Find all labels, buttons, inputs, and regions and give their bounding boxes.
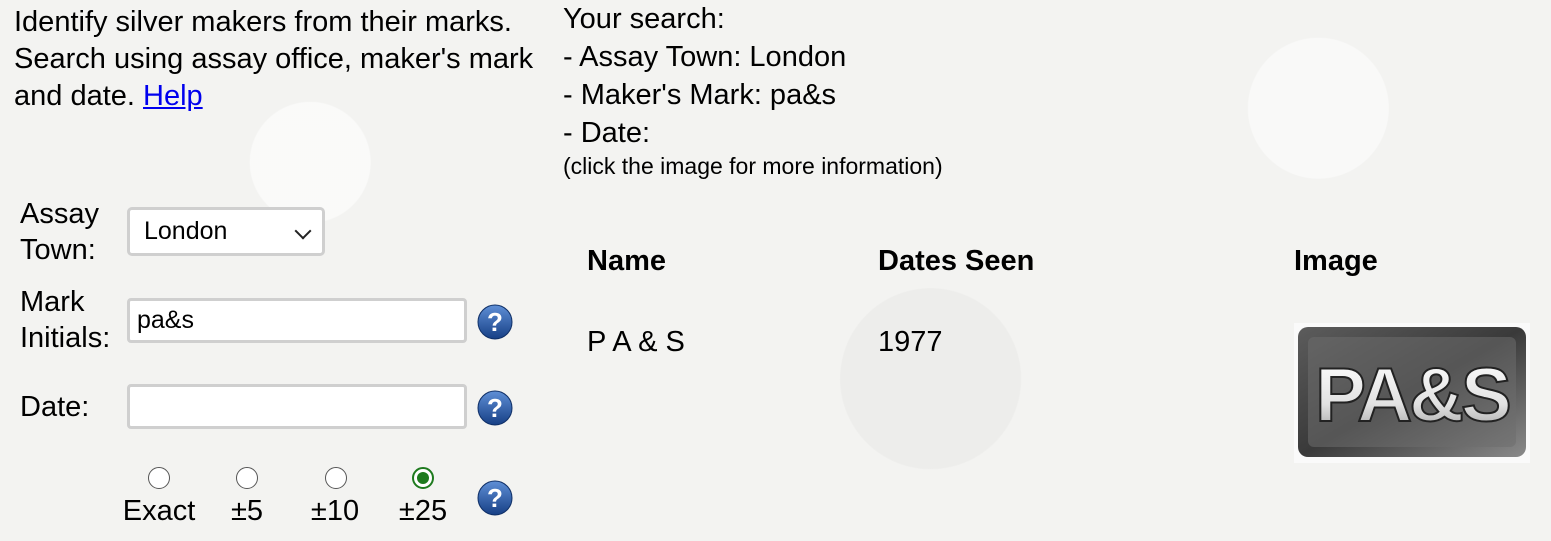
summary-date: - Date: <box>563 117 651 149</box>
assay-town-label-line2: Town: <box>20 234 96 266</box>
summary-heading: Your search: <box>563 3 725 35</box>
mark-initials-label-line2: Initials: <box>20 322 111 354</box>
makers-mark-image[interactable]: PA&S <box>1294 323 1530 463</box>
mark-initials-label-line1: Mark <box>20 286 85 318</box>
date-label: Date: <box>20 391 90 423</box>
column-header-name: Name <box>587 245 666 277</box>
question-mark-icon[interactable]: ? <box>477 304 513 340</box>
makers-mark-image-text: PA&S <box>1315 353 1509 438</box>
column-header-image: Image <box>1294 245 1378 277</box>
mark-initials-label: Mark Initials: <box>20 284 110 356</box>
range-label-10: ±10 <box>310 495 360 527</box>
svg-text:?: ? <box>487 483 503 513</box>
svg-text:?: ? <box>487 307 503 337</box>
intro-text: Identify silver makers from their marks.… <box>14 4 534 115</box>
summary-makers-mark: - Maker's Mark: pa&s <box>563 79 837 111</box>
range-label-5: ±5 <box>230 495 264 527</box>
search-summary: Your search: - Assay Town: London - Make… <box>563 0 1263 180</box>
assay-town-select[interactable]: London <box>127 207 325 256</box>
assay-town-value: London <box>144 217 228 245</box>
mark-initials-input[interactable] <box>127 298 467 343</box>
range-radio-10[interactable] <box>325 467 347 489</box>
date-input[interactable] <box>127 384 467 429</box>
result-dates: 1977 <box>878 326 943 358</box>
range-label-exact: Exact <box>122 495 196 527</box>
assay-town-label: Assay Town: <box>20 196 99 268</box>
radio-selected-dot <box>417 472 429 484</box>
svg-text:?: ? <box>487 393 503 423</box>
range-radio-exact[interactable] <box>148 467 170 489</box>
question-mark-icon[interactable]: ? <box>477 390 513 426</box>
range-radio-5[interactable] <box>236 467 258 489</box>
assay-town-label-line1: Assay <box>20 198 99 230</box>
column-header-dates-seen: Dates Seen <box>878 245 1035 277</box>
chevron-down-icon <box>294 222 312 240</box>
summary-note: (click the image for more information) <box>563 153 943 179</box>
range-radio-25[interactable] <box>412 467 434 489</box>
result-name: P A & S <box>587 326 685 358</box>
range-label-25: ±25 <box>398 495 448 527</box>
question-mark-icon[interactable]: ? <box>477 480 513 516</box>
help-link[interactable]: Help <box>143 80 203 112</box>
summary-assay-town: - Assay Town: London <box>563 41 847 73</box>
intro-description: Identify silver makers from their marks.… <box>14 6 534 112</box>
